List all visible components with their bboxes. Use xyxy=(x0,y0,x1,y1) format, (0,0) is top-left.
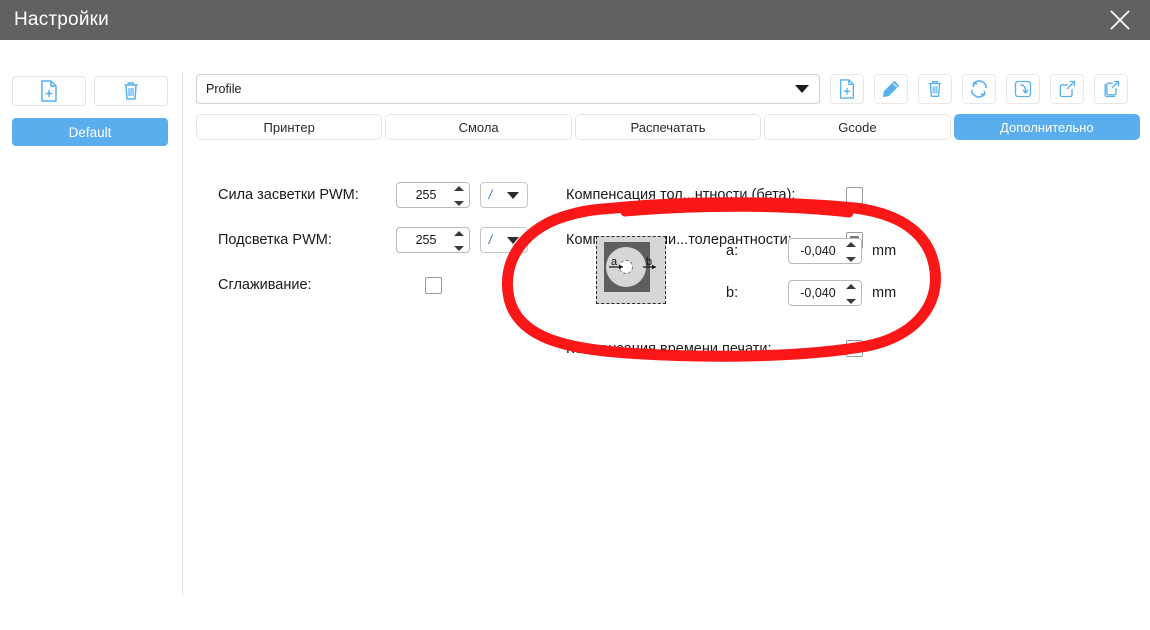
import-button[interactable] xyxy=(1006,74,1040,104)
advanced-right-column: Компенсация тол...нтности (бета): Компен… xyxy=(566,180,1126,357)
close-icon xyxy=(1110,10,1130,30)
antialias-row: Сглаживание: xyxy=(218,270,538,300)
arrow-out-of-box-icon xyxy=(1059,80,1076,98)
stepper-down-icon[interactable] xyxy=(846,299,856,304)
tab-label: Распечатать xyxy=(630,119,706,135)
backlight-row: Подсветка PWM: 255 / xyxy=(218,225,538,255)
tolerance-b-stepper[interactable] xyxy=(846,284,856,304)
antialias-checkbox[interactable] xyxy=(424,276,442,294)
new-profile-button[interactable] xyxy=(12,76,86,106)
advanced-left-column: Сила засветки PWM: 255 / Подсветка PWM: … xyxy=(218,180,538,315)
tab-printer[interactable]: Принтер xyxy=(196,114,383,140)
stepper-up-icon[interactable] xyxy=(454,231,464,236)
light-power-unit-select[interactable]: / xyxy=(480,182,528,208)
light-power-stepper[interactable] xyxy=(454,186,464,206)
tab-advanced[interactable]: Дополнительно xyxy=(953,114,1141,140)
tab-gcode[interactable]: Gcode xyxy=(764,114,951,140)
settings-tabs: Принтер Смола Распечатать Gcode Дополнит… xyxy=(196,114,1141,140)
new-file-button[interactable] xyxy=(830,74,864,104)
backlight-stepper[interactable] xyxy=(454,231,464,251)
window-titlebar: Настройки xyxy=(0,0,1150,40)
tab-print[interactable]: Распечатать xyxy=(574,114,762,140)
backlight-input[interactable]: 255 xyxy=(396,227,470,253)
profile-select-value: Profile xyxy=(206,82,242,96)
stepper-down-icon[interactable] xyxy=(454,201,464,206)
stepper-down-icon[interactable] xyxy=(846,257,856,262)
chevron-down-icon[interactable] xyxy=(785,75,819,103)
svg-text:a: a xyxy=(611,256,618,268)
tab-label: Gcode xyxy=(838,119,877,135)
tolerance-b-label: b: xyxy=(726,285,739,301)
trash-icon xyxy=(929,81,941,97)
delete-button[interactable] xyxy=(918,74,952,104)
profile-item-label: Default xyxy=(68,124,112,140)
tolerance-diagram[interactable]: a b xyxy=(596,236,666,304)
edit-button[interactable] xyxy=(874,74,908,104)
tab-label: Принтер xyxy=(263,119,315,135)
tolerance-b-row: b: -0,040 mm xyxy=(726,280,896,306)
sidebar-divider xyxy=(182,72,183,595)
stepper-up-icon[interactable] xyxy=(846,284,856,289)
svg-text:b: b xyxy=(646,256,652,268)
tolerance-compensation-group: a b a: -0,040 mm b: -0,040 mm xyxy=(596,236,1066,324)
profile-toolbar: Profile xyxy=(196,74,1140,104)
new-file-icon xyxy=(41,80,57,102)
profiles-sidebar: Default xyxy=(0,40,182,630)
light-power-row: Сила засветки PWM: 255 / xyxy=(218,180,538,210)
settings-main-panel: Profile Принтер Смола Распечатать Gcode … xyxy=(196,40,1150,630)
thickness-compensation-row: Компенсация тол...нтности (бета): xyxy=(566,180,1126,210)
sidebar-button-row xyxy=(0,40,182,106)
export-button[interactable] xyxy=(1050,74,1084,104)
refresh-button[interactable] xyxy=(962,74,996,104)
chevron-down-icon xyxy=(507,236,520,244)
profile-select[interactable]: Profile xyxy=(196,74,820,104)
light-power-unit-value: / xyxy=(488,188,493,202)
backlight-label: Подсветка PWM: xyxy=(218,232,332,248)
print-time-compensation-checkbox[interactable] xyxy=(845,340,863,357)
chevron-down-icon xyxy=(507,191,520,199)
thickness-compensation-label: Компенсация тол...нтности (бета): xyxy=(566,187,796,203)
duplicate-export-button[interactable] xyxy=(1094,74,1128,104)
tolerance-a-unit: mm xyxy=(872,243,897,259)
tab-resin[interactable]: Смола xyxy=(385,114,572,140)
hole-compensation-illustration: a b xyxy=(604,242,656,292)
print-time-compensation-label: Компенсация времени печати: xyxy=(566,340,772,357)
light-power-label: Сила засветки PWM: xyxy=(218,187,359,203)
antialias-label: Сглаживание: xyxy=(218,277,312,293)
tolerance-b-unit: mm xyxy=(872,285,897,301)
stepper-up-icon[interactable] xyxy=(846,242,856,247)
tolerance-b-input[interactable]: -0,040 xyxy=(788,280,862,306)
tab-label: Смола xyxy=(458,119,499,135)
delete-profile-button[interactable] xyxy=(94,76,168,106)
tab-label: Дополнительно xyxy=(1000,119,1094,135)
arrow-into-box-icon xyxy=(1014,80,1032,98)
stepper-down-icon[interactable] xyxy=(454,246,464,251)
tolerance-a-row: a: -0,040 mm xyxy=(726,238,896,264)
pencil-icon xyxy=(883,81,899,97)
thickness-compensation-checkbox[interactable] xyxy=(845,186,863,204)
new-file-icon xyxy=(839,79,855,99)
advanced-tab-content: Сила засветки PWM: 255 / Подсветка PWM: … xyxy=(196,160,1140,600)
backlight-unit-value: / xyxy=(488,233,493,247)
print-time-compensation-row: Компенсация времени печати: xyxy=(566,340,874,357)
refresh-icon xyxy=(970,80,988,98)
profile-item-default[interactable]: Default xyxy=(12,118,168,146)
close-button[interactable] xyxy=(1090,0,1150,40)
window-title: Настройки xyxy=(14,9,109,30)
tolerance-a-label: a: xyxy=(726,243,739,259)
light-power-input[interactable]: 255 xyxy=(396,182,470,208)
tolerance-a-stepper[interactable] xyxy=(846,242,856,262)
stepper-up-icon[interactable] xyxy=(454,186,464,191)
backlight-unit-select[interactable]: / xyxy=(480,227,528,253)
tolerance-a-input[interactable]: -0,040 xyxy=(788,238,862,264)
copy-export-icon xyxy=(1104,80,1120,98)
trash-icon xyxy=(124,82,138,100)
